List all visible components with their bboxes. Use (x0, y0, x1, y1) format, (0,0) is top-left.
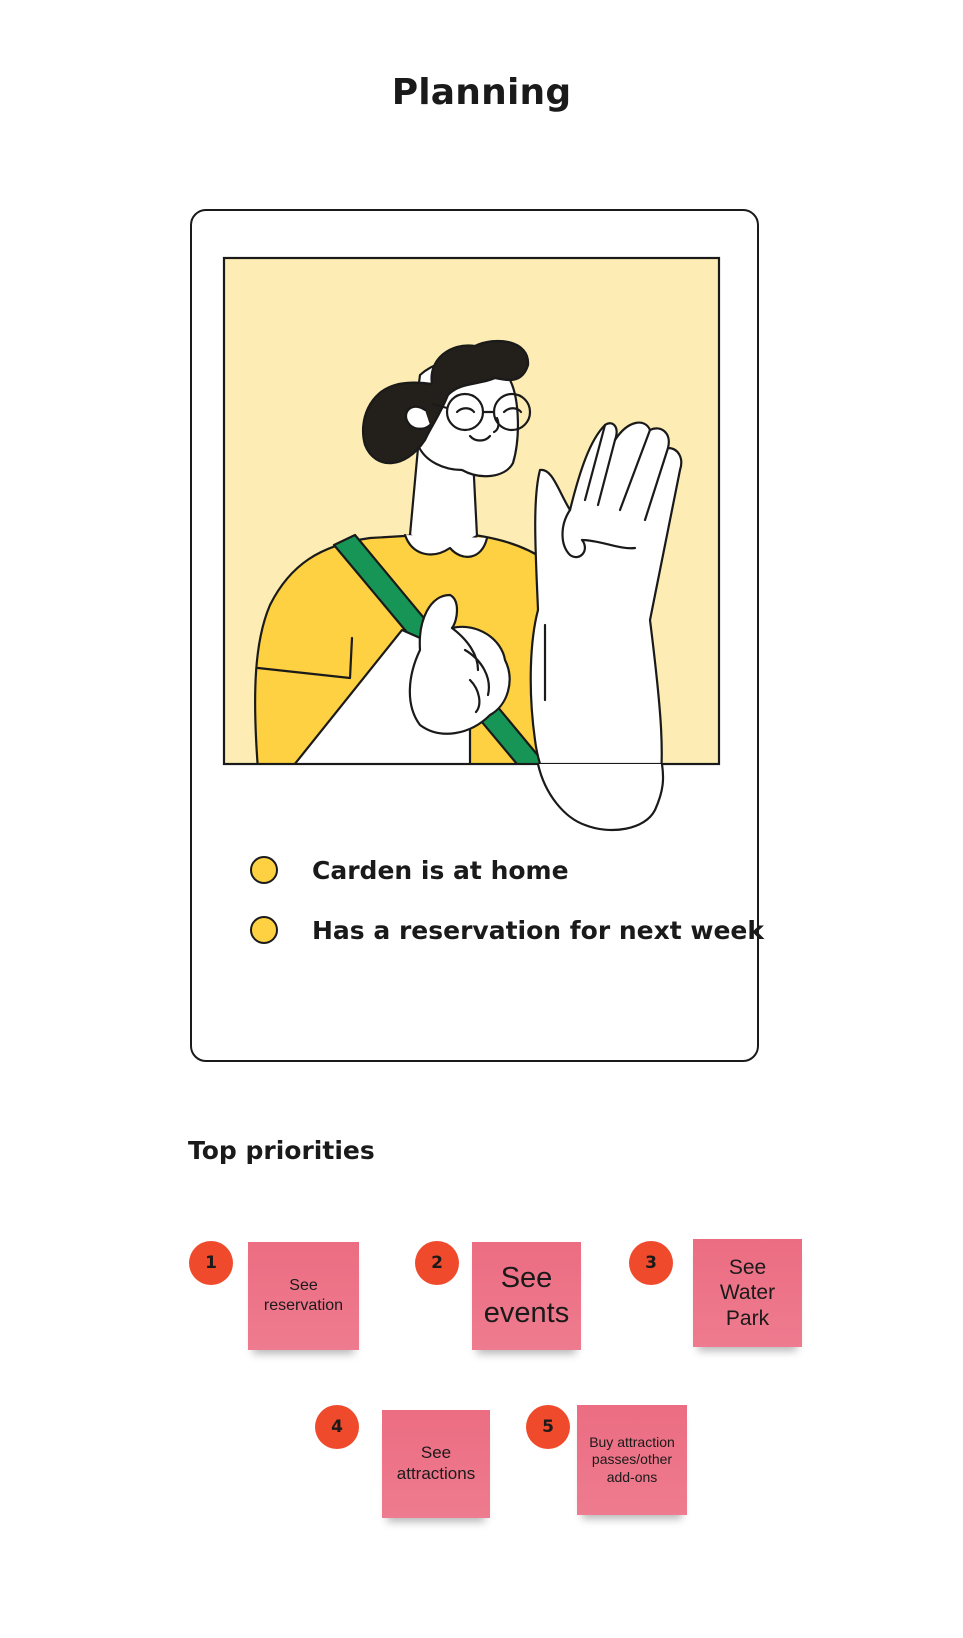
fact-text: Carden is at home (312, 855, 569, 885)
persona-facts: Carden is at home Has a reservation for … (250, 852, 764, 972)
priority-number-badge: 5 (526, 1405, 570, 1449)
fact-item: Carden is at home (250, 852, 764, 888)
priorities-title: Top priorities (188, 1136, 375, 1165)
bullet-dot-icon (250, 916, 278, 944)
priority-number-badge: 1 (189, 1241, 233, 1285)
priority-number-badge: 2 (415, 1241, 459, 1285)
sticky-note[interactable]: See Water Park (693, 1239, 802, 1347)
sticky-note[interactable]: See attractions (382, 1410, 490, 1518)
fact-item: Has a reservation for next week (250, 912, 764, 948)
sticky-note[interactable]: Buy attraction passes/other add-ons (577, 1405, 687, 1515)
priority-number-badge: 3 (629, 1241, 673, 1285)
fact-text: Has a reservation for next week (312, 915, 765, 945)
sticky-note[interactable]: See reservation (248, 1242, 359, 1350)
sticky-note[interactable]: See events (472, 1242, 581, 1350)
bullet-dot-icon (250, 856, 278, 884)
page-title: Planning (391, 72, 572, 113)
priority-number-badge: 4 (315, 1405, 359, 1449)
